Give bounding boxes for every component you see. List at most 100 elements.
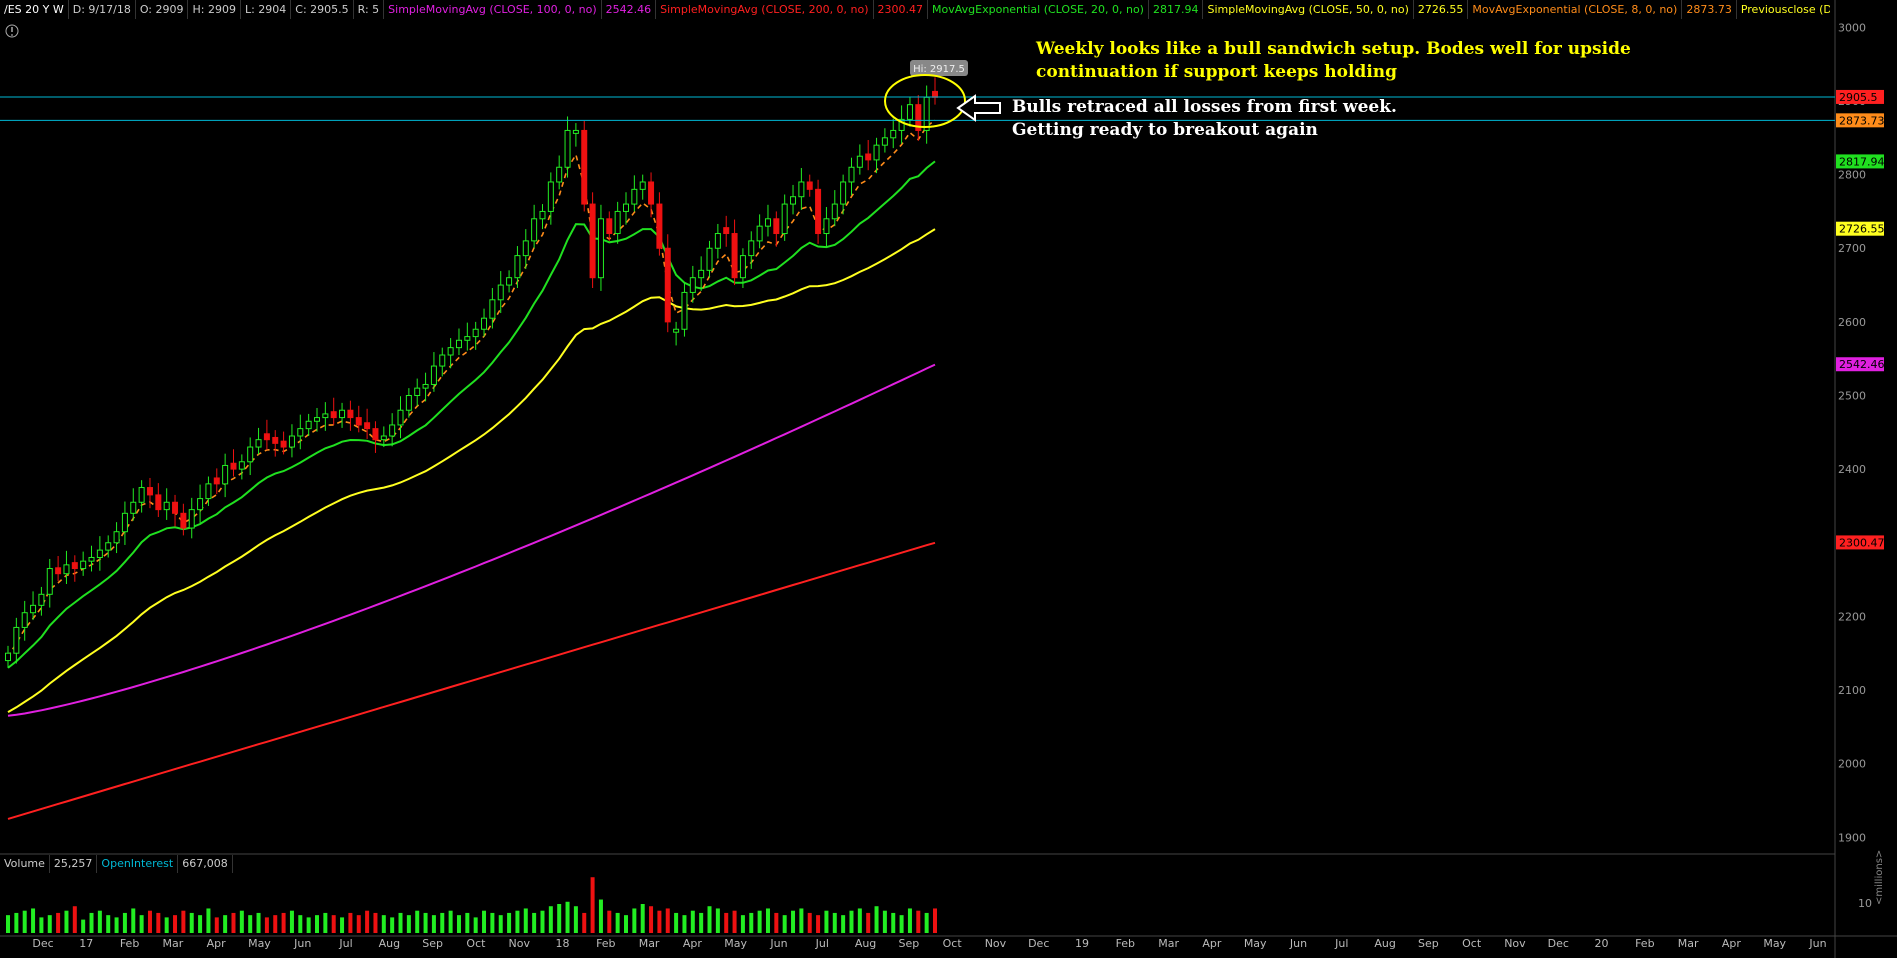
annotation-line: Getting ready to breakout again [1012,120,1318,140]
volume-bar [707,906,712,933]
candle-body [714,233,721,249]
volume-bar [248,915,253,933]
candle-body [932,90,938,98]
candle-body [439,354,446,367]
time-tick-label: Jun [1808,937,1826,950]
volume-bar [373,912,378,933]
volume-tick-label: 10 [1858,897,1872,910]
annotation-bull-sandwich[interactable]: Weekly looks like a bull sandwich setup.… [1036,38,1631,84]
candle-body [364,422,371,430]
volume-bar [156,912,161,933]
candle-body [155,494,162,511]
time-tick-label: Oct [943,937,963,950]
price-tick-label: 2000 [1838,758,1866,771]
candle-body [121,512,128,533]
volume-bar [832,912,837,933]
candle-body [614,210,621,235]
time-tick-label: May [1244,937,1267,950]
volume-bar [298,915,303,933]
annotation-bulls-retraced[interactable]: Bulls retraced all losses from first wee… [1012,96,1397,142]
candle-body [522,240,529,257]
candle-body [656,203,663,249]
time-tick-label: Apr [1202,937,1222,950]
time-tick-label: 18 [556,937,570,950]
study-label[interactable]: MovAvgExponential (CLOSE, 20, 0, no) [928,0,1149,19]
volume-value: 25,257 [50,855,98,873]
study-value: 2873.73 [1682,0,1737,19]
volume-bar [657,910,662,933]
symbol-label[interactable]: /ES 20 Y W [0,0,69,19]
volume-bar [448,910,453,933]
candle-body [447,347,454,356]
time-tick-label: Dec [1548,937,1569,950]
candle-body [481,317,488,330]
volume-bar [607,910,612,933]
time-tick-label: Jun [293,937,311,950]
candle-body [46,568,53,595]
volume-bar [899,915,904,933]
candle-body [764,218,771,227]
volume-bar [306,917,311,933]
volume-bar [573,906,578,933]
volume-bar [348,912,353,933]
price-tag-label: 2873.73 [1839,114,1885,127]
candle-body [723,227,730,235]
volume-bar [97,910,102,933]
candle-body [146,487,153,496]
candle-body [923,96,930,131]
volume-bar [239,910,244,933]
volume-bar [106,915,111,933]
candle-body [831,203,838,220]
candle-body [105,542,112,551]
candle-body [639,181,646,190]
volume-bar [440,912,445,933]
volume-bar [331,915,336,933]
price-tick-label: 1900 [1838,831,1866,844]
candle-body [172,501,179,514]
volume-bar [31,908,36,933]
annotation-line: Weekly looks like a bull sandwich setup.… [1036,39,1631,59]
candle-body [539,210,546,220]
volume-bar [774,912,779,933]
volume-bar [882,910,887,933]
volume-bar [131,908,136,933]
candle-body [71,562,78,570]
candle-body [389,424,396,437]
volume-bar [749,912,754,933]
candle-body [648,181,655,205]
study-label[interactable]: SimpleMovingAvg (CLOSE, 200, 0, no) [656,0,874,19]
candle-body [5,652,11,662]
price-tick-label: 3000 [1838,21,1866,34]
volume-bar [381,915,386,933]
volume-bar [724,912,729,933]
candle-body [564,129,571,168]
volume-bar [565,901,570,933]
candle-body [681,291,688,330]
study-label[interactable]: SimpleMovingAvg (CLOSE, 100, 0, no) [384,0,602,19]
study-label[interactable]: MovAvgExponential (CLOSE, 8, 0, no) [1468,0,1683,19]
candle-body [405,395,412,411]
volume-bar [849,910,854,933]
time-tick-label: Oct [466,937,486,950]
time-tick-label: Aug [1374,937,1395,950]
candle-body [339,409,346,419]
candle-body [597,218,604,279]
volume-bar [498,915,503,933]
price-tag-label: 2542.46 [1839,358,1885,371]
study-label[interactable]: SimpleMovingAvg (CLOSE, 50, 0, no) [1203,0,1414,19]
candle-body [497,284,504,301]
volume-bar [548,906,553,933]
price-tick-label: 2200 [1838,610,1866,623]
time-tick-label: Aug [855,937,876,950]
candle-body [489,299,496,319]
study-value: 2542.46 [602,0,657,19]
volume-bar [147,910,152,933]
candle-body [63,564,70,575]
volume-bar [64,910,69,933]
study-label[interactable]: Previousclose (DAY, 1, -1, yes) [1737,0,1830,19]
range-label: R: 5 [354,0,385,19]
volume-bar [406,915,411,933]
time-tick-label: Jun [1289,937,1307,950]
volume-bar [431,915,436,933]
candle-body [347,409,354,419]
